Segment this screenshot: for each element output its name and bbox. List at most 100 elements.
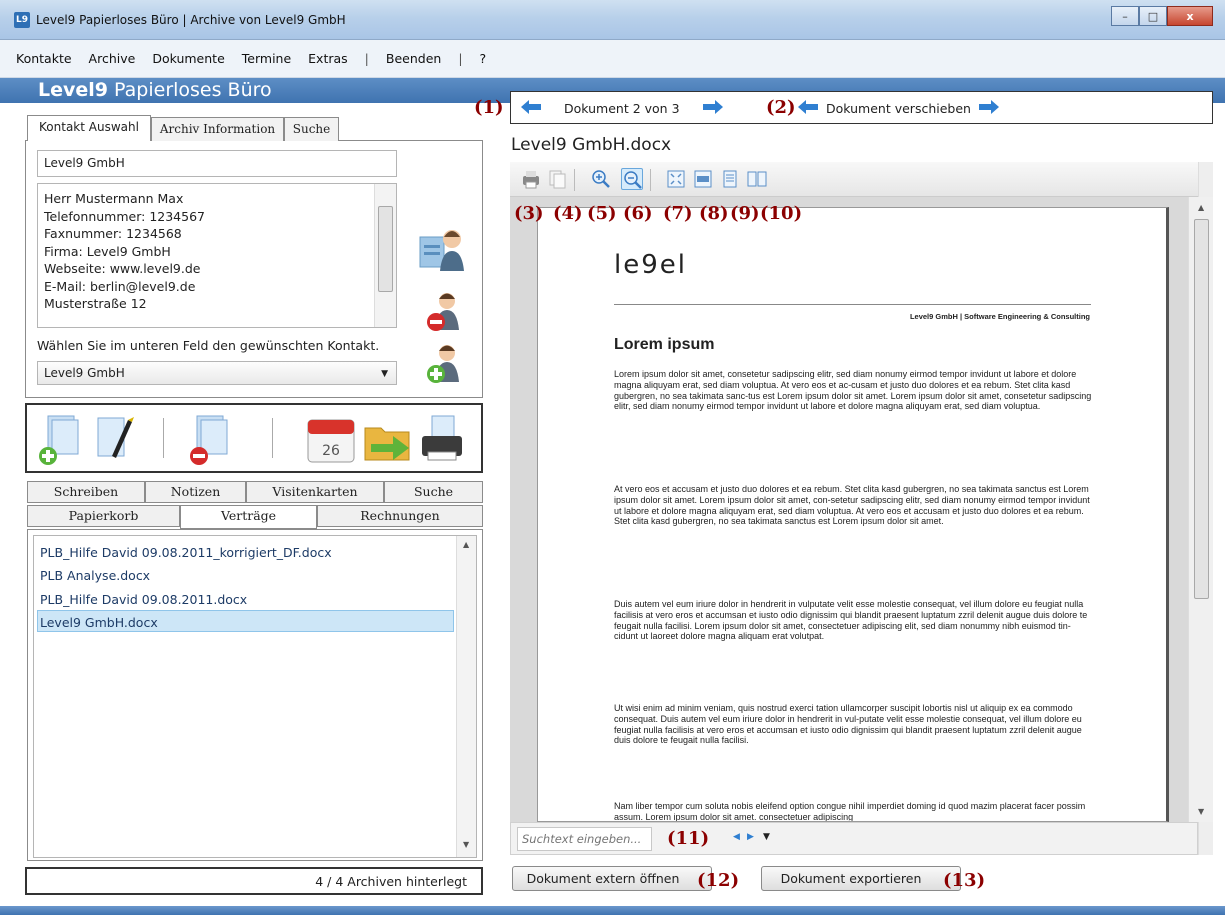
detail-line: Musterstraße 12 bbox=[44, 296, 147, 311]
move-left-icon[interactable] bbox=[798, 100, 818, 114]
brand-bold: Level9 bbox=[38, 79, 108, 101]
doc-tabs-row-1: Schreiben Notizen Visitenkarten Suche bbox=[27, 481, 483, 503]
copy-icon[interactable] bbox=[546, 168, 568, 190]
tab-suche-docs[interactable]: Suche bbox=[384, 481, 483, 503]
move-document-label: Dokument verschieben bbox=[826, 101, 971, 116]
list-item[interactable]: PLB_Hilfe David 09.08.2011_korrigiert_DF… bbox=[40, 545, 332, 560]
zoom-out-icon[interactable] bbox=[621, 168, 643, 190]
print-icon[interactable] bbox=[420, 412, 464, 466]
maximize-button[interactable]: □ bbox=[1139, 6, 1167, 26]
search-input[interactable] bbox=[517, 827, 652, 851]
contact-hint: Wählen Sie im unteren Feld den gewünscht… bbox=[37, 338, 380, 353]
document-title: Level9 GmbH.docx bbox=[511, 135, 672, 155]
toolbar-divider bbox=[272, 418, 273, 458]
two-page-icon[interactable] bbox=[746, 168, 768, 190]
dropdown-value: Level9 GmbH bbox=[44, 366, 125, 380]
status-box: 4 / 4 Archiven hinterlegt bbox=[25, 867, 483, 895]
search-next-icon[interactable]: ▶ bbox=[747, 832, 754, 842]
menu-dokumente[interactable]: Dokumente bbox=[152, 51, 224, 66]
previous-document-icon[interactable] bbox=[521, 100, 541, 114]
toolbar-divider bbox=[650, 169, 651, 191]
scroll-up-icon[interactable]: ▲ bbox=[463, 540, 469, 549]
remove-contact-icon[interactable] bbox=[425, 290, 465, 334]
title-bar: L9 Level9 Papierloses Büro | Archive von… bbox=[0, 0, 1225, 40]
fit-width-icon[interactable] bbox=[692, 168, 714, 190]
details-scrollbar[interactable] bbox=[374, 184, 396, 327]
tab-kontakt-auswahl[interactable]: Kontakt Auswahl bbox=[27, 115, 151, 141]
close-button[interactable]: x bbox=[1167, 6, 1213, 26]
tab-archiv-information[interactable]: Archiv Information bbox=[151, 117, 284, 141]
menu-separator: | bbox=[458, 51, 463, 66]
level9-logo: le9el bbox=[614, 250, 687, 280]
tab-papierkorb[interactable]: Papierkorb bbox=[27, 505, 180, 527]
tab-visitenkarten[interactable]: Visitenkarten bbox=[246, 481, 384, 503]
list-scrollbar[interactable]: ▲ ▼ bbox=[456, 536, 476, 857]
document-viewer: le9el Level9 GmbH | Software Engineering… bbox=[510, 197, 1213, 822]
detail-line: Webseite: www.level9.de bbox=[44, 261, 201, 276]
menu-separator: | bbox=[364, 51, 369, 66]
contact-dropdown[interactable]: Level9 GmbH ▼ bbox=[37, 361, 397, 385]
viewer-scrollbar[interactable]: ▲ ▼ bbox=[1188, 197, 1213, 822]
tab-suche[interactable]: Suche bbox=[284, 117, 339, 141]
export-folder-icon[interactable] bbox=[363, 418, 413, 464]
contact-name-field[interactable]: Level9 GmbH bbox=[37, 150, 397, 177]
annotation-label: (11) bbox=[667, 828, 710, 849]
page-paragraph: At vero eos et accusam et justo duo dolo… bbox=[614, 484, 1090, 527]
scroll-down-icon[interactable]: ▼ bbox=[463, 840, 469, 849]
tab-schreiben[interactable]: Schreiben bbox=[27, 481, 145, 503]
list-item[interactable]: PLB_Hilfe David 09.08.2011.docx bbox=[40, 592, 247, 607]
searchbar-scroll bbox=[1198, 822, 1213, 855]
menu-archive[interactable]: Archive bbox=[89, 51, 136, 66]
list-item[interactable]: Level9 GmbH.docx bbox=[40, 615, 158, 630]
print-icon[interactable] bbox=[520, 168, 542, 190]
page-divider bbox=[614, 304, 1091, 305]
menu-extras[interactable]: Extras bbox=[308, 51, 348, 66]
menu-termine[interactable]: Termine bbox=[242, 51, 291, 66]
annotation-label: (2) bbox=[766, 97, 796, 118]
tab-notizen[interactable]: Notizen bbox=[145, 481, 246, 503]
detail-line: Telefonnummer: 1234567 bbox=[44, 208, 205, 224]
brand-rest: Papierloses Büro bbox=[108, 79, 272, 101]
doc-tabs-row-2: Papierkorb Verträge Rechnungen bbox=[27, 505, 483, 529]
scroll-thumb[interactable] bbox=[378, 206, 393, 292]
new-document-icon[interactable] bbox=[38, 412, 86, 468]
document-list-inner bbox=[33, 535, 477, 858]
edit-document-icon[interactable] bbox=[94, 412, 138, 468]
minimize-button[interactable]: – bbox=[1111, 6, 1139, 26]
annotation-label: (5) bbox=[587, 203, 617, 224]
list-item[interactable]: PLB Analyse.docx bbox=[40, 568, 150, 583]
annotation-label: (7) bbox=[663, 203, 693, 224]
move-right-icon[interactable] bbox=[979, 100, 999, 114]
calendar-icon[interactable]: 26 bbox=[306, 416, 356, 464]
menu-help[interactable]: ? bbox=[480, 51, 487, 66]
toolbar-divider bbox=[163, 418, 164, 458]
page-paragraph: Ut wisi enim ad minim veniam, quis nostr… bbox=[614, 703, 1082, 746]
export-document-button[interactable]: Dokument exportieren bbox=[761, 866, 961, 891]
tab-rechnungen[interactable]: Rechnungen bbox=[317, 505, 483, 527]
add-contact-icon[interactable] bbox=[425, 342, 465, 386]
detail-line: E-Mail: berlin@level9.de bbox=[44, 278, 196, 294]
detail-line: Herr Mustermann Max bbox=[44, 191, 184, 206]
scroll-thumb[interactable] bbox=[1194, 219, 1209, 599]
single-page-icon[interactable] bbox=[719, 168, 741, 190]
search-prev-icon[interactable]: ◀ bbox=[733, 832, 740, 842]
scroll-up-icon[interactable]: ▲ bbox=[1198, 203, 1204, 212]
search-options-icon[interactable]: ▼ bbox=[763, 832, 770, 842]
menu-kontakte[interactable]: Kontakte bbox=[16, 51, 72, 66]
fit-page-icon[interactable] bbox=[665, 168, 687, 190]
next-document-icon[interactable] bbox=[703, 100, 723, 114]
contact-details-box[interactable]: Herr Mustermann Max Telefonnummer: 12345… bbox=[37, 183, 397, 328]
tab-vertraege[interactable]: Verträge bbox=[180, 505, 317, 529]
scroll-down-icon[interactable]: ▼ bbox=[1198, 807, 1204, 816]
zoom-in-icon[interactable] bbox=[590, 168, 612, 190]
open-external-button[interactable]: Dokument extern öffnen bbox=[512, 866, 712, 891]
annotation-label: (3) bbox=[514, 203, 544, 224]
delete-document-icon[interactable] bbox=[185, 412, 233, 468]
annotation-label: (4) bbox=[553, 203, 583, 224]
window-title: Level9 Papierloses Büro | Archive von Le… bbox=[36, 13, 346, 27]
document-navigation: Dokument 2 von 3 Dokument verschieben bbox=[510, 91, 1213, 124]
contact-card-icon[interactable] bbox=[418, 225, 466, 275]
menu-beenden[interactable]: Beenden bbox=[386, 51, 441, 66]
annotation-label: (6) bbox=[623, 203, 653, 224]
annotation-label: (1) bbox=[474, 97, 504, 118]
